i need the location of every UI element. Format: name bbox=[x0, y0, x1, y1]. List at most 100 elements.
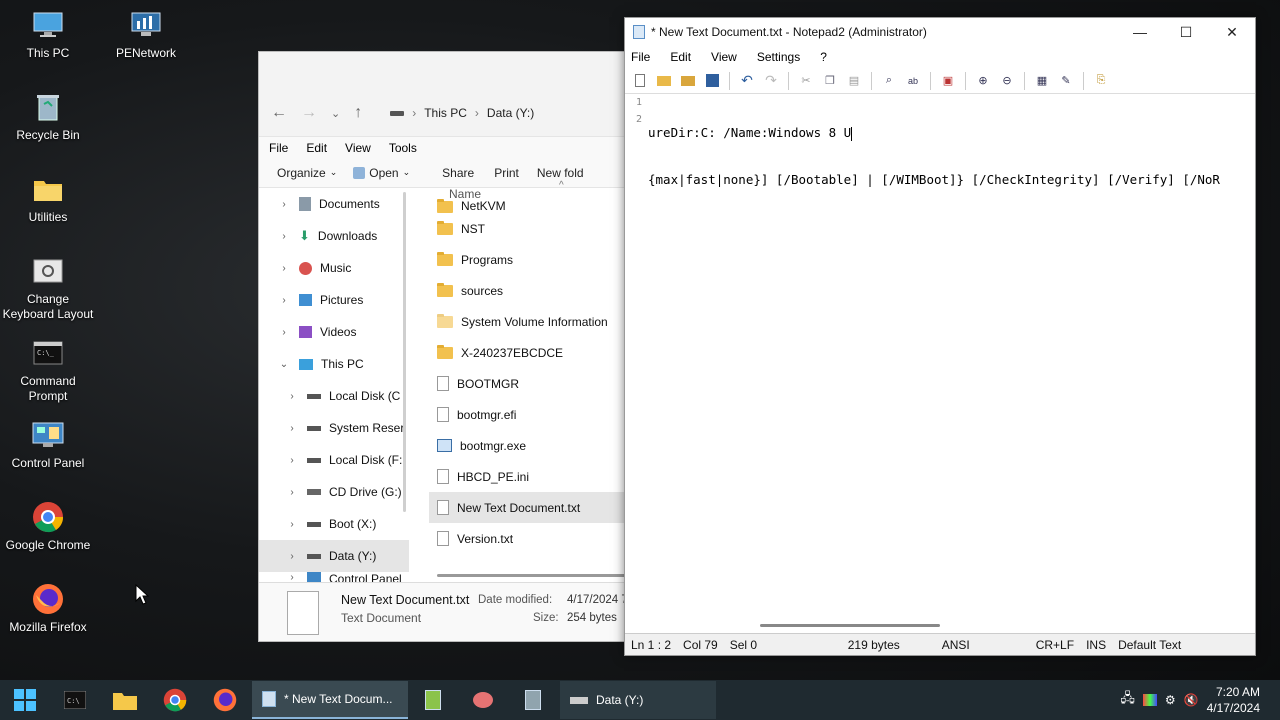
menu-edit[interactable]: Edit bbox=[670, 50, 691, 64]
menu-view[interactable]: View bbox=[345, 141, 371, 155]
browse-icon[interactable] bbox=[679, 72, 697, 90]
column-header-name[interactable]: Name ^ bbox=[429, 180, 627, 208]
chevron-right-icon[interactable]: › bbox=[277, 199, 291, 210]
list-item[interactable]: HBCD_PE.ini bbox=[429, 461, 627, 492]
desktop-icon-control-panel[interactable]: Control Panel bbox=[0, 418, 96, 471]
menu-edit[interactable]: Edit bbox=[306, 141, 327, 155]
nav-item-data-y[interactable]: › Data (Y:) bbox=[259, 540, 409, 572]
desktop-icon-google-chrome[interactable]: Google Chrome bbox=[0, 500, 96, 553]
menu-file[interactable]: File bbox=[631, 50, 650, 64]
chevron-right-icon[interactable]: › bbox=[285, 423, 299, 434]
chevron-right-icon[interactable]: › bbox=[277, 327, 291, 338]
chevron-right-icon[interactable]: › bbox=[285, 391, 299, 402]
back-arrow-icon[interactable]: ← bbox=[271, 104, 287, 122]
display-tray-icon[interactable] bbox=[1142, 694, 1157, 706]
chevron-right-icon[interactable]: › bbox=[277, 231, 291, 242]
horizontal-scrollbar[interactable] bbox=[437, 574, 627, 577]
nav-item-videos[interactable]: › Videos bbox=[259, 316, 409, 348]
list-item[interactable]: Version.txt bbox=[429, 523, 627, 554]
menu-settings[interactable]: Settings bbox=[757, 50, 800, 64]
taskbar-task-notepad[interactable]: * New Text Docum... bbox=[252, 681, 408, 719]
list-item[interactable]: New Text Document.txt bbox=[429, 492, 627, 523]
open-button[interactable]: Open ⌄ bbox=[353, 166, 410, 180]
close-button[interactable]: ✕ bbox=[1209, 18, 1255, 46]
list-item[interactable]: bootmgr.exe bbox=[429, 430, 627, 461]
breadcrumb-item[interactable]: This PC bbox=[424, 106, 467, 120]
zoom-out-icon[interactable]: ⊖ bbox=[998, 72, 1016, 90]
list-item[interactable]: BOOTMGR bbox=[429, 368, 627, 399]
scheme-icon[interactable]: ▦ bbox=[1033, 72, 1051, 90]
nav-item-local-disk-f[interactable]: › Local Disk (F: bbox=[259, 444, 409, 476]
menu-tools[interactable]: Tools bbox=[389, 141, 417, 155]
find-icon[interactable]: ⌕ bbox=[880, 72, 898, 90]
list-item[interactable]: System Volume Information bbox=[429, 306, 627, 337]
taskbar-task-explorer[interactable]: Data (Y:) bbox=[560, 681, 716, 719]
start-button[interactable] bbox=[0, 680, 50, 720]
chevron-right-icon[interactable]: › bbox=[285, 551, 299, 562]
undo-icon[interactable]: ↶ bbox=[738, 72, 756, 90]
notepad-titlebar[interactable]: * New Text Document.txt - Notepad2 (Admi… bbox=[625, 18, 1255, 46]
cut-icon[interactable]: ✂ bbox=[797, 72, 815, 90]
list-item[interactable]: X-240237EBCDCE bbox=[429, 337, 627, 368]
save-icon[interactable] bbox=[703, 72, 721, 90]
status-line-endings[interactable]: CR+LF bbox=[1030, 638, 1080, 652]
print-button[interactable]: Print bbox=[494, 166, 519, 180]
word-wrap-icon[interactable]: ▣ bbox=[939, 72, 957, 90]
nav-item-boot-x[interactable]: › Boot (X:) bbox=[259, 508, 409, 540]
chevron-right-icon[interactable]: › bbox=[285, 487, 299, 498]
taskbar-chrome[interactable] bbox=[150, 680, 200, 720]
navigation-pane-scrollbar[interactable] bbox=[403, 192, 406, 512]
menu-view[interactable]: View bbox=[711, 50, 737, 64]
new-file-icon[interactable] bbox=[631, 72, 649, 90]
menu-help[interactable]: ? bbox=[820, 50, 827, 64]
volume-muted-tray-icon[interactable]: 🔇 bbox=[1184, 693, 1199, 707]
nav-item-system-reserved[interactable]: › System Reser bbox=[259, 412, 409, 444]
recent-chevron-down-icon[interactable]: ⌄ bbox=[331, 107, 340, 120]
taskbar-paint[interactable] bbox=[458, 680, 508, 720]
desktop-icon-mozilla-firefox[interactable]: Mozilla Firefox bbox=[0, 582, 96, 635]
file-explorer-window[interactable]: ← → ⌄ ↑ › This PC › Data (Y:) File Edit … bbox=[258, 51, 628, 642]
nav-item-pictures[interactable]: › Pictures bbox=[259, 284, 409, 316]
desktop-icon-recycle-bin[interactable]: Recycle Bin bbox=[0, 90, 96, 143]
chevron-right-icon[interactable]: › bbox=[277, 263, 291, 274]
chevron-right-icon[interactable]: › bbox=[277, 295, 291, 306]
nav-item-cd-drive-g[interactable]: › CD Drive (G:) bbox=[259, 476, 409, 508]
editor-lines[interactable]: ureDir:C: /Name:Windows 8 U {max|fast|no… bbox=[648, 94, 1220, 218]
paste-icon[interactable]: ▤ bbox=[845, 72, 863, 90]
taskbar-firefox[interactable] bbox=[200, 680, 250, 720]
chevron-right-icon[interactable]: › bbox=[285, 455, 299, 466]
organize-button[interactable]: Organize ⌄ bbox=[277, 166, 337, 180]
network-tray-icon[interactable]: 🖧 bbox=[1120, 689, 1135, 711]
nav-item-music[interactable]: › Music bbox=[259, 252, 409, 284]
taskbar-calculator[interactable] bbox=[508, 680, 558, 720]
desktop-icon-this-pc[interactable]: This PC bbox=[0, 8, 96, 61]
maximize-button[interactable]: ☐ bbox=[1163, 18, 1209, 46]
exit-icon[interactable]: ⎘ bbox=[1092, 72, 1110, 90]
chevron-right-icon[interactable]: › bbox=[285, 519, 299, 530]
up-arrow-icon[interactable]: ↑ bbox=[354, 104, 362, 122]
redo-icon[interactable]: ↷ bbox=[762, 72, 780, 90]
nav-item-local-disk-c[interactable]: › Local Disk (C bbox=[259, 380, 409, 412]
desktop-icon-change-keyboard-layout[interactable]: Change Keyboard Layout bbox=[0, 254, 96, 322]
status-scheme[interactable]: Default Text bbox=[1112, 638, 1187, 652]
desktop-icon-utilities[interactable]: Utilities bbox=[0, 172, 96, 225]
status-encoding[interactable]: ANSI bbox=[936, 638, 1030, 652]
desktop-icon-penetwork[interactable]: PENetwork bbox=[98, 8, 194, 61]
desktop-icon-command-prompt[interactable]: C:\_ Command Prompt bbox=[0, 336, 96, 404]
chevron-down-icon[interactable]: ⌄ bbox=[277, 359, 291, 370]
horizontal-scrollbar[interactable] bbox=[760, 624, 940, 627]
nav-item-this-pc[interactable]: ⌄ This PC bbox=[259, 348, 409, 380]
nav-item-downloads[interactable]: › ⬇ Downloads bbox=[259, 220, 409, 252]
breadcrumb[interactable]: › This PC › Data (Y:) bbox=[390, 106, 534, 120]
list-item[interactable]: sources bbox=[429, 275, 627, 306]
taskbar-file-explorer[interactable] bbox=[100, 680, 150, 720]
customize-icon[interactable]: ✎ bbox=[1057, 72, 1075, 90]
forward-arrow-icon[interactable]: → bbox=[301, 104, 317, 122]
minimize-button[interactable]: — bbox=[1117, 18, 1163, 46]
explorer-titlebar[interactable] bbox=[259, 52, 627, 90]
taskbar-command-prompt[interactable]: C:\ bbox=[50, 680, 100, 720]
list-item[interactable]: NST bbox=[429, 213, 627, 244]
status-insert-mode[interactable]: INS bbox=[1080, 638, 1112, 652]
open-folder-icon[interactable] bbox=[655, 72, 673, 90]
new-folder-button[interactable]: New fold bbox=[537, 166, 584, 180]
